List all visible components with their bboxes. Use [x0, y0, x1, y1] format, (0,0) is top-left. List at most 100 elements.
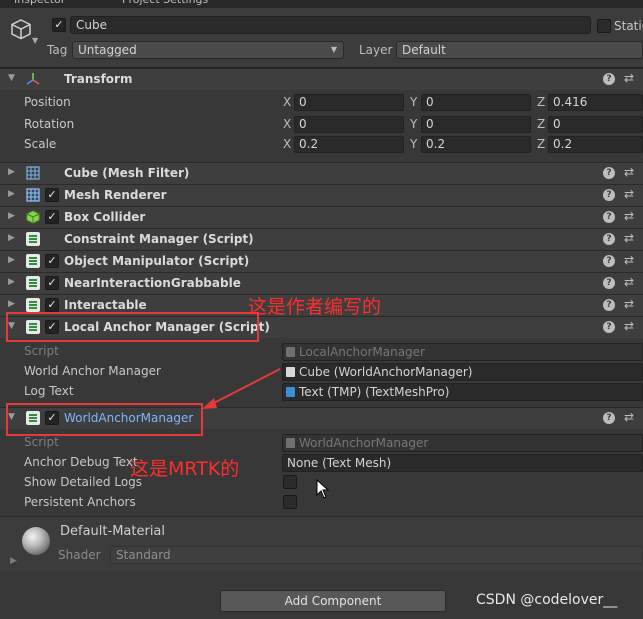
- layer-dropdown[interactable]: Default: [396, 41, 643, 59]
- persistent-anchors-label: Persistent Anchors: [24, 495, 136, 509]
- material-sphere-icon: [22, 527, 50, 555]
- annotation-mrtk-note: 这是MRTK的: [130, 458, 240, 480]
- annotation-arrow-icon: [202, 368, 281, 409]
- help-icon[interactable]: ?: [603, 167, 615, 179]
- position-y-input[interactable]: 0: [421, 94, 531, 111]
- script-icon: [26, 298, 40, 312]
- foldout-collapsed-icon[interactable]: ▶: [8, 299, 15, 309]
- help-icon[interactable]: ?: [603, 73, 615, 85]
- transform-title: Transform: [64, 72, 133, 86]
- world-anchor-manager-value: Cube (WorldAnchorManager): [299, 365, 473, 379]
- settings-sliders-icon[interactable]: ⇄: [624, 297, 634, 311]
- scale-x-input[interactable]: 0.2: [294, 136, 404, 153]
- settings-sliders-icon[interactable]: ⇄: [624, 209, 634, 223]
- rotation-y-input[interactable]: 0: [421, 116, 531, 133]
- help-icon[interactable]: ?: [603, 189, 615, 201]
- settings-sliders-icon[interactable]: ⇄: [624, 231, 634, 245]
- annotation-box-local-anchor: [6, 312, 259, 342]
- log-text-value: Text (TMP) (TextMeshPro): [299, 385, 450, 399]
- foldout-collapsed-icon[interactable]: ▶: [10, 556, 17, 566]
- transform-header[interactable]: ▼ Transform ? ⇄: [0, 68, 643, 90]
- component-name: Interactable: [64, 298, 147, 312]
- component-enabled-checkbox[interactable]: ✓: [45, 210, 59, 224]
- static-checkbox[interactable]: [597, 19, 611, 33]
- foldout-collapsed-icon[interactable]: ▶: [8, 233, 15, 243]
- help-icon[interactable]: ?: [603, 321, 615, 333]
- help-icon[interactable]: ?: [603, 277, 615, 289]
- component-mesh-filter[interactable]: ▶ Cube (Mesh Filter) ? ⇄: [0, 162, 643, 184]
- scale-y-input[interactable]: 0.2: [421, 136, 531, 153]
- object-name-input[interactable]: Cube: [70, 16, 591, 34]
- settings-sliders-icon[interactable]: ⇄: [624, 275, 634, 289]
- foldout-collapsed-icon[interactable]: ▶: [8, 255, 15, 265]
- tab-inspector[interactable]: Inspector: [14, 0, 65, 8]
- mouse-cursor-icon: [316, 479, 330, 499]
- foldout-expanded-icon[interactable]: ▼: [8, 73, 15, 83]
- component-object-manipulator[interactable]: ▶ ✓ Object Manipulator (Script) ? ⇄: [0, 250, 643, 272]
- component-enabled-checkbox[interactable]: ✓: [45, 188, 59, 202]
- component-name: Box Collider: [64, 210, 146, 224]
- world-anchor-body: Script WorldAnchorManager Anchor Debug T…: [0, 429, 643, 515]
- anchor-debug-text-field[interactable]: None (Text Mesh): [282, 454, 643, 472]
- component-name: NearInteractionGrabbable: [64, 276, 241, 290]
- layer-value: Default: [402, 43, 446, 57]
- scale-z-input[interactable]: 0.2: [548, 136, 643, 153]
- mesh-renderer-icon: [26, 188, 40, 202]
- show-detailed-logs-label: Show Detailed Logs: [24, 475, 143, 489]
- help-icon[interactable]: ?: [603, 211, 615, 223]
- script-reference-field: LocalAnchorManager: [282, 343, 643, 361]
- foldout-collapsed-icon[interactable]: ▶: [8, 167, 15, 177]
- shader-dropdown[interactable]: Standard: [110, 546, 643, 564]
- component-enabled-checkbox[interactable]: ✓: [45, 298, 59, 312]
- component-name: Cube (Mesh Filter): [64, 166, 190, 180]
- component-mesh-renderer[interactable]: ▶ ✓ Mesh Renderer ? ⇄: [0, 184, 643, 206]
- position-z-input[interactable]: 0.416: [548, 94, 643, 111]
- component-enabled-checkbox[interactable]: ✓: [45, 254, 59, 268]
- transform-body: Position X 0 Y 0 Z 0.416 Rotation X 0 Y …: [0, 90, 643, 158]
- settings-sliders-icon[interactable]: ⇄: [624, 187, 634, 201]
- help-icon[interactable]: ?: [603, 412, 615, 424]
- foldout-collapsed-icon[interactable]: ▶: [8, 211, 15, 221]
- settings-sliders-icon[interactable]: ⇄: [624, 410, 634, 424]
- persistent-anchors-checkbox[interactable]: [283, 495, 297, 509]
- world-anchor-manager-field[interactable]: Cube (WorldAnchorManager): [282, 363, 643, 381]
- settings-sliders-icon[interactable]: ⇄: [624, 165, 634, 179]
- log-text-label: Log Text: [24, 384, 74, 398]
- show-detailed-logs-checkbox[interactable]: [283, 475, 297, 489]
- help-icon[interactable]: ?: [603, 233, 615, 245]
- transform-axes-icon: [26, 73, 40, 85]
- log-text-field[interactable]: Text (TMP) (TextMeshPro): [282, 383, 643, 401]
- help-icon[interactable]: ?: [603, 255, 615, 267]
- foldout-collapsed-icon[interactable]: ▶: [8, 189, 15, 199]
- component-near-interaction-grabbable[interactable]: ▶ ✓ NearInteractionGrabbable ? ⇄: [0, 272, 643, 294]
- anchor-debug-text-label: Anchor Debug Text: [24, 455, 138, 469]
- script-label: Script: [24, 435, 59, 449]
- component-box-collider[interactable]: ▶ ✓ Box Collider ? ⇄: [0, 206, 643, 228]
- icon-dropdown-arrow-icon[interactable]: ▼: [32, 36, 38, 45]
- script-label: Script: [24, 344, 59, 358]
- rotation-z-input[interactable]: 0: [548, 116, 643, 133]
- settings-sliders-icon[interactable]: ⇄: [624, 71, 634, 85]
- anchor-debug-text-value: None (Text Mesh): [287, 456, 392, 470]
- script-reference-value: LocalAnchorManager: [299, 345, 425, 359]
- shader-label: Shader: [58, 548, 101, 562]
- axis-z-label: Z: [537, 117, 546, 131]
- position-label: Position: [24, 95, 71, 109]
- component-enabled-checkbox[interactable]: ✓: [45, 276, 59, 290]
- tag-dropdown[interactable]: Untagged ▼: [72, 41, 344, 59]
- script-reference-field: WorldAnchorManager: [282, 434, 643, 452]
- rotation-x-input[interactable]: 0: [294, 116, 404, 133]
- textmeshpro-icon: [286, 387, 295, 397]
- active-checkbox[interactable]: ✓: [52, 18, 66, 32]
- settings-sliders-icon[interactable]: ⇄: [624, 253, 634, 267]
- tab-project-settings[interactable]: Project Settings: [122, 0, 208, 8]
- settings-sliders-icon[interactable]: ⇄: [624, 319, 634, 333]
- add-component-button[interactable]: Add Component: [220, 590, 446, 612]
- position-x-input[interactable]: 0: [294, 94, 404, 111]
- axis-x-label: X: [283, 95, 292, 109]
- foldout-collapsed-icon[interactable]: ▶: [8, 277, 15, 287]
- object-header: ▼ ✓ Cube Static Tag Untagged ▼ Layer Def…: [0, 8, 643, 68]
- rotation-label: Rotation: [24, 117, 75, 131]
- help-icon[interactable]: ?: [603, 299, 615, 311]
- component-constraint-manager[interactable]: ▶ Constraint Manager (Script) ? ⇄: [0, 228, 643, 250]
